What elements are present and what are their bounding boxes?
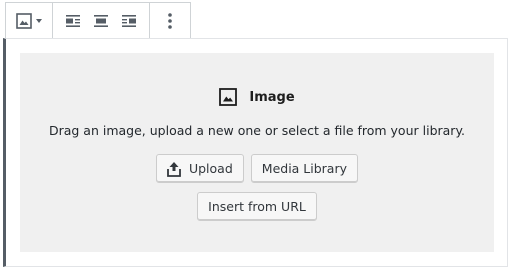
block-toolbar [5,2,191,38]
upload-actions-row: Upload Media Library [20,154,494,183]
upload-icon [167,161,181,177]
align-left-button[interactable] [59,7,87,35]
align-center-icon [93,14,109,28]
upload-button-label: Upload [188,161,233,176]
align-left-icon [65,14,81,28]
insert-from-url-button[interactable]: Insert from URL [197,192,317,221]
more-options-button[interactable] [156,7,184,35]
image-icon [219,88,238,106]
media-library-button-label: Media Library [261,161,348,176]
align-right-icon [121,14,137,28]
alignment-group [53,3,150,38]
url-actions-row: Insert from URL [20,192,494,221]
media-library-button[interactable]: Media Library [250,154,359,183]
placeholder-title: Image [249,89,295,105]
more-options-group [150,3,190,38]
placeholder-label: Image [20,88,494,106]
upload-button[interactable]: Upload [155,154,244,183]
insert-from-url-button-label: Insert from URL [208,199,306,214]
placeholder-instructions: Drag an image, upload a new one or selec… [48,123,466,138]
chevron-down-icon [36,18,42,23]
more-vertical-icon [167,12,173,30]
block-type-group [6,3,53,38]
image-placeholder[interactable]: Image Drag an image, upload a new one or… [20,53,494,252]
align-right-button[interactable] [115,7,143,35]
image-icon [16,12,32,29]
block-switcher-button[interactable] [12,7,46,35]
align-center-button[interactable] [87,7,115,35]
image-block-editor: Image Drag an image, upload a new one or… [0,0,510,270]
image-block: Image Drag an image, upload a new one or… [3,38,508,267]
